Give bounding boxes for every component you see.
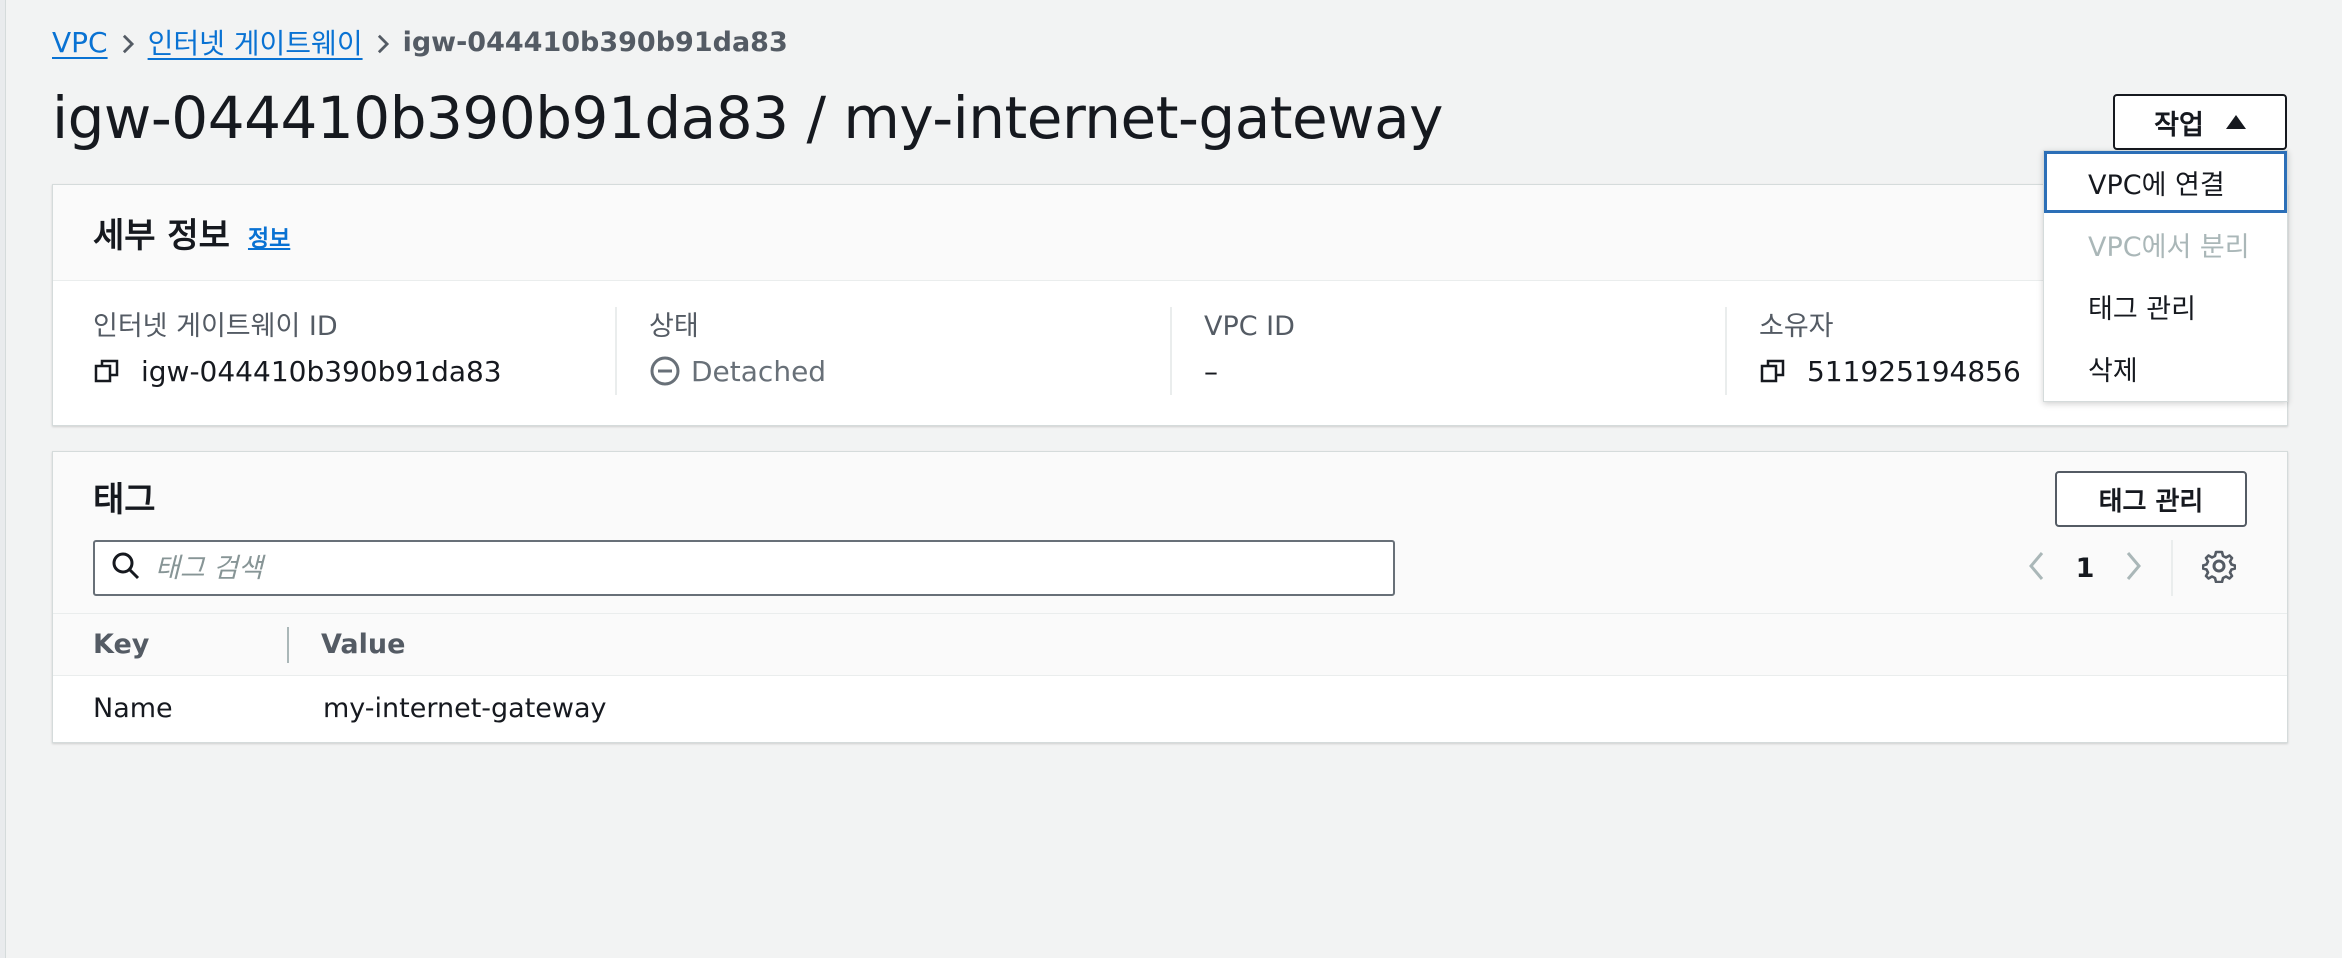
current-page-number[interactable]: 1: [2065, 553, 2105, 584]
breadcrumb-link-vpc[interactable]: VPC: [52, 26, 108, 59]
chevron-right-icon: [363, 26, 403, 59]
details-panel: 세부 정보 정보 인터넷 게이트웨이 ID igw-044410b390b91d…: [52, 184, 2288, 426]
detail-label: 상태: [649, 311, 699, 342]
detail-label: VPC ID: [1204, 311, 1295, 342]
vpc-id-value: –: [1204, 354, 1218, 388]
state-value: Detached: [691, 354, 827, 388]
manage-tags-button[interactable]: 태그 관리: [2055, 471, 2247, 527]
details-grid: 인터넷 게이트웨이 ID igw-044410b390b91da83 상태 De…: [53, 281, 2287, 395]
tag-search-box: [93, 540, 1395, 596]
copy-icon[interactable]: [1759, 357, 1787, 385]
tags-title: 태그: [93, 480, 156, 520]
menu-item-detach-from-vpc: VPC에서 분리: [2088, 231, 2250, 263]
details-title: 세부 정보: [93, 216, 230, 256]
search-icon: [111, 551, 141, 585]
actions-dropdown-menu: VPC에 연결 VPC에서 분리 태그 관리 삭제: [2043, 150, 2288, 402]
table-row: Name my-internet-gateway: [53, 676, 2287, 740]
detail-vpc-id: VPC ID –: [1170, 307, 1725, 395]
pagination-divider: [2171, 540, 2173, 596]
previous-page-button[interactable]: [2009, 542, 2065, 594]
pagination: 1: [2009, 540, 2247, 596]
page-title: igw-044410b390b91da83 / my-internet-gate…: [52, 84, 1443, 152]
detail-value: Detached: [649, 349, 1170, 393]
detail-internet-gateway-id: 인터넷 게이트웨이 ID igw-044410b390b91da83: [93, 307, 615, 395]
menu-item-delete[interactable]: 삭제: [2044, 337, 2287, 399]
breadcrumb: VPC 인터넷 게이트웨이 igw-044410b390b91da83: [52, 22, 788, 62]
tag-value-cell: my-internet-gateway: [323, 692, 607, 724]
gear-icon: [2201, 549, 2237, 587]
detail-label: 인터넷 게이트웨이 ID: [93, 311, 338, 342]
caret-up-icon: [2225, 115, 2246, 129]
info-link[interactable]: 정보: [248, 219, 290, 253]
chevron-left-icon: [2027, 550, 2047, 586]
detail-state: 상태 Detached: [615, 307, 1170, 395]
tags-panel: 태그 태그 관리 1: [52, 451, 2288, 743]
copy-icon[interactable]: [93, 357, 121, 385]
actions-button-label: 작업: [2154, 109, 2204, 141]
tags-panel-header: 태그 태그 관리 1: [53, 452, 2287, 614]
column-header-value[interactable]: Value: [289, 629, 405, 660]
menu-item-manage-tags[interactable]: 태그 관리: [2044, 275, 2287, 337]
tags-table-header: Key Value: [53, 614, 2287, 676]
column-header-key[interactable]: Key: [53, 626, 289, 663]
details-panel-header: 세부 정보 정보: [53, 185, 2287, 281]
breadcrumb-current: igw-044410b390b91da83: [402, 26, 788, 58]
tag-key-cell: Name: [93, 692, 173, 724]
chevron-right-icon: [2123, 550, 2143, 586]
menu-item-attach-to-vpc[interactable]: VPC에 연결: [2044, 151, 2287, 213]
owner-value: 511925194856: [1807, 354, 2021, 388]
left-edge-divider: [0, 0, 6, 958]
detail-value: igw-044410b390b91da83: [93, 349, 615, 393]
breadcrumb-link-internet-gateways[interactable]: 인터넷 게이트웨이: [148, 22, 363, 62]
actions-button[interactable]: 작업: [2113, 94, 2287, 150]
minus-circle-icon: [649, 355, 681, 387]
chevron-right-icon: [108, 26, 148, 59]
detail-value: –: [1204, 349, 1725, 393]
next-page-button[interactable]: [2105, 542, 2161, 594]
tag-search-input[interactable]: [155, 552, 1355, 584]
internet-gateway-id-value: igw-044410b390b91da83: [141, 354, 502, 388]
preferences-button[interactable]: [2191, 542, 2247, 594]
